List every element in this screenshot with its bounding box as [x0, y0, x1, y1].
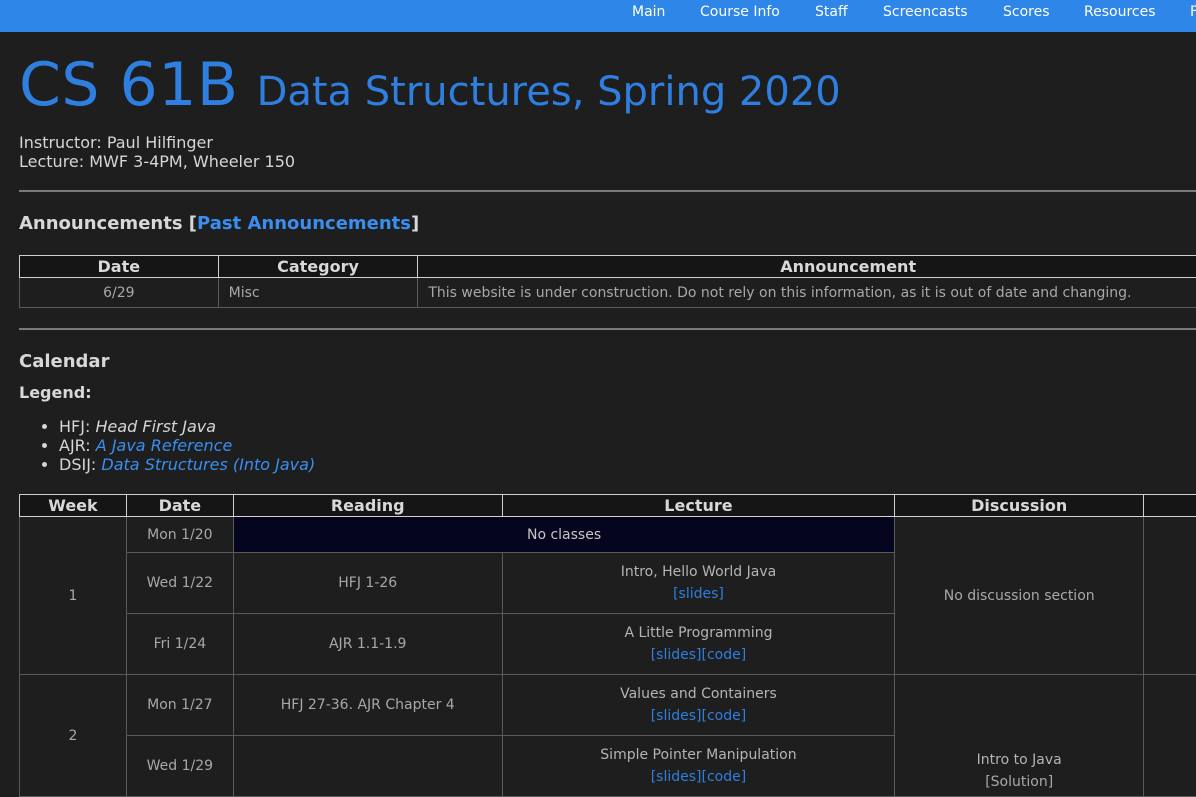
reading-cell: HFJ 1-26 — [232, 552, 503, 614]
nav-course-info[interactable]: Course Info — [700, 4, 780, 20]
column-header: Discussion — [894, 494, 1145, 517]
column-header: Date — [19, 255, 219, 278]
code-link[interactable]: [code] — [702, 647, 747, 663]
week-number: 1 — [19, 516, 127, 675]
day-date: Fri 1/24 — [125, 613, 234, 675]
lecture-cell: Simple Pointer Manipulation [slides][cod… — [501, 735, 896, 797]
day-date: Mon 1/20 — [125, 516, 234, 553]
nav-staff[interactable]: Staff — [815, 4, 848, 20]
divider — [19, 190, 1196, 192]
lecture-title: Values and Containers — [620, 686, 777, 702]
nav-screencasts[interactable]: Screencasts — [883, 4, 968, 20]
nav-main[interactable]: Main — [632, 4, 665, 20]
week-number: 2 — [19, 674, 127, 797]
calendar-table: Week Date Reading Lecture Discussion 1 M… — [19, 494, 1196, 797]
day-date: Wed 1/29 — [125, 735, 234, 797]
nav-scores[interactable]: Scores — [1003, 4, 1050, 20]
day-date: Mon 1/27 — [125, 674, 234, 736]
day-date: Wed 1/22 — [125, 552, 234, 614]
legend-title-hfj: Head First Java — [95, 417, 217, 436]
code-link[interactable]: [code] — [702, 708, 747, 724]
page-content: CS 61B Data Structures, Spring 2020 Instr… — [19, 32, 1196, 797]
announcement-date: 6/29 — [19, 277, 219, 308]
nav-truncated-item[interactable]: F — [1190, 4, 1196, 20]
column-header: Reading — [232, 494, 503, 517]
truncated-cell — [1143, 674, 1196, 797]
legend-list: HFJ: Head First Java AJR: A Java Referen… — [43, 417, 315, 474]
announcements-table: Date Category Announcement 6/29 Misc Thi… — [19, 255, 1196, 308]
lecture-title: Simple Pointer Manipulation — [600, 747, 797, 763]
divider — [19, 328, 1196, 330]
past-announcements-link[interactable]: Past Announcements — [197, 213, 411, 234]
lecture-title: A Little Programming — [624, 625, 773, 641]
legend-link-ajr[interactable]: A Java Reference — [96, 436, 233, 455]
reading-cell: AJR 1.1-1.9 — [232, 613, 503, 675]
table-row: 6/29 Misc This website is under construc… — [19, 277, 1196, 308]
no-classes-cell: No classes — [232, 516, 896, 553]
column-header: Announcement — [417, 255, 1196, 278]
table-row: 1 Mon 1/20 No classes No discussion sect… — [19, 516, 1196, 675]
calendar-heading: Calendar — [19, 351, 110, 372]
lecture-line: Lecture: MWF 3-4PM, Wheeler 150 — [19, 152, 296, 171]
reading-cell — [232, 735, 503, 797]
legend-link-dsij[interactable]: Data Structures (Into Java) — [101, 455, 315, 474]
course-subtitle: Data Structures, Spring 2020 — [256, 69, 841, 115]
list-item: HFJ: Head First Java — [59, 417, 315, 436]
slides-link[interactable]: [slides] — [651, 708, 702, 724]
slides-link[interactable]: [slides] — [673, 586, 724, 602]
legend-title: Legend: — [19, 383, 92, 402]
announcements-heading: Announcements [Past Announcements] — [19, 213, 420, 234]
column-header: Lecture — [501, 494, 896, 517]
announcement-category: Misc — [217, 277, 419, 308]
instructor-line: Instructor: Paul Hilfinger — [19, 133, 213, 152]
course-info: Instructor: Paul Hilfinger Lecture: MWF … — [19, 133, 295, 171]
discussion-cell: No discussion section — [894, 516, 1145, 675]
course-code: CS 61B — [19, 50, 239, 120]
discussion-cell: Intro to Java [Solution] — [894, 674, 1145, 797]
column-header: Category — [217, 255, 419, 278]
table-row: 2 Mon 1/27 HFJ 27-36. AJR Chapter 4 Valu… — [19, 674, 1196, 797]
top-navbar: Main Course Info Staff Screencasts Score… — [0, 0, 1196, 32]
column-header: Week — [19, 494, 127, 517]
lecture-cell: Values and Containers [slides][code] — [501, 674, 896, 736]
code-link[interactable]: [code] — [702, 769, 747, 785]
column-header: Date — [125, 494, 234, 517]
slides-link[interactable]: [slides] — [651, 769, 702, 785]
solution-link[interactable]: [Solution] — [985, 774, 1053, 790]
list-item: DSIJ: Data Structures (Into Java) — [59, 455, 315, 474]
discussion-title: Intro to Java — [976, 752, 1062, 768]
truncated-cell — [1143, 516, 1196, 675]
announcement-text: This website is under construction. Do n… — [417, 277, 1196, 308]
nav-resources[interactable]: Resources — [1084, 4, 1156, 20]
slides-link[interactable]: [slides] — [651, 647, 702, 663]
list-item: AJR: A Java Reference — [59, 436, 315, 455]
reading-cell: HFJ 27-36. AJR Chapter 4 — [232, 674, 503, 736]
lecture-cell: Intro, Hello World Java [slides] — [501, 552, 896, 614]
lecture-title: Intro, Hello World Java — [620, 564, 777, 580]
column-header-truncated — [1143, 494, 1196, 517]
page-title: CS 61B Data Structures, Spring 2020 — [19, 50, 841, 120]
lecture-cell: A Little Programming [slides][code] — [501, 613, 896, 675]
